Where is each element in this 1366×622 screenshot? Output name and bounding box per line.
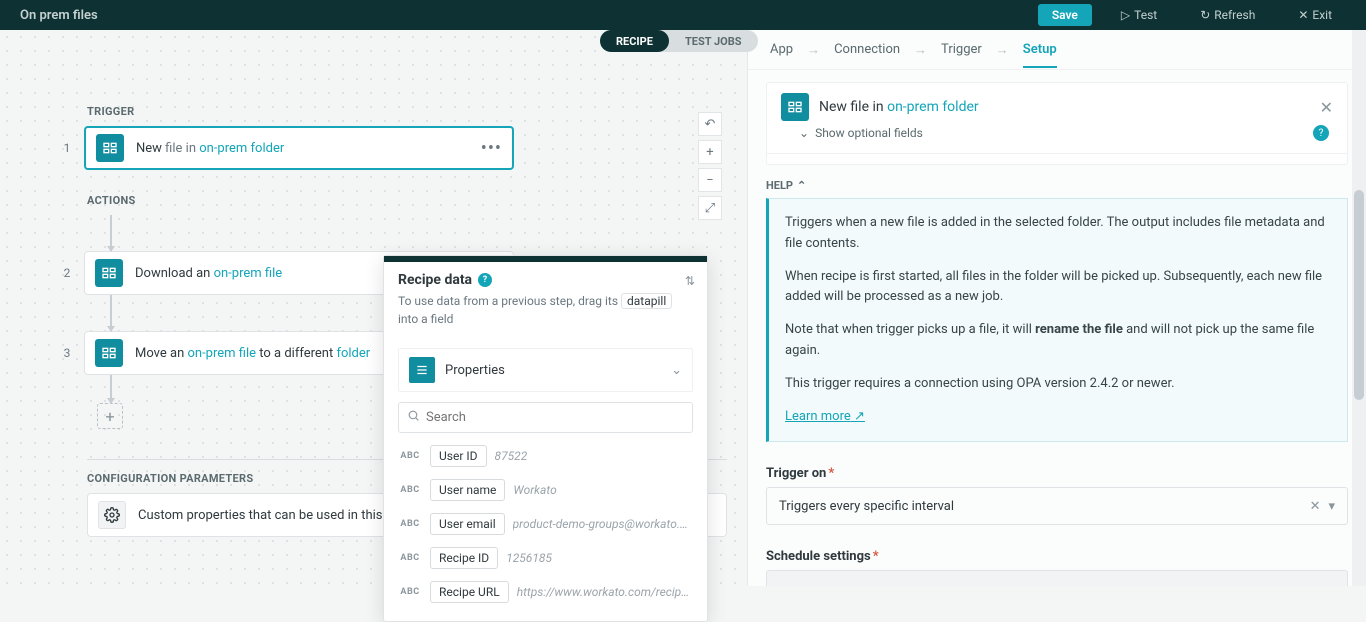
datapill[interactable]: User ID <box>430 445 487 467</box>
scrollbar-thumb[interactable] <box>1354 190 1364 400</box>
recipe-data-popover: Recipe data ? To use data from a previou… <box>383 255 708 622</box>
tab-recipe[interactable]: RECIPE <box>600 30 669 52</box>
popover-title: Recipe data <box>398 272 472 288</box>
search-icon <box>407 409 420 426</box>
refresh-button[interactable]: ↻Refresh <box>1186 4 1269 26</box>
type-badge: ABC <box>398 519 422 529</box>
datapill-value: 87522 <box>495 449 693 463</box>
recipe-canvas: ↶ + − ⤢ TRIGGER 1 New file in on-prem fo… <box>0 30 747 586</box>
gear-icon <box>98 501 126 529</box>
trigger-section-label: TRIGGER <box>87 105 747 118</box>
trigger-on-label: Trigger on <box>766 466 826 481</box>
schedule-label: Schedule settings <box>766 549 871 564</box>
type-badge: ABC <box>398 451 422 461</box>
help-toggle[interactable]: HELP ⌃ <box>766 179 1348 192</box>
chevron-down-icon: ⌄ <box>671 363 682 378</box>
datapill-value: Workato <box>513 483 693 497</box>
clear-icon[interactable]: ✕ <box>1310 499 1321 514</box>
zoom-out-icon[interactable]: − <box>698 168 722 192</box>
type-badge: ABC <box>398 587 422 597</box>
datapill-row[interactable]: ABC Recipe URL https://www.workato.com/rec… <box>398 575 693 609</box>
datapill-search[interactable] <box>398 402 693 433</box>
test-button[interactable]: ▷Test <box>1107 4 1171 26</box>
undo-icon[interactable]: ↶ <box>698 112 722 136</box>
datapill[interactable]: User email <box>430 513 505 535</box>
help-box: Triggers when a new file is added in the… <box>766 198 1348 442</box>
chevron-up-icon: ⌃ <box>797 179 806 192</box>
type-badge: ABC <box>398 553 422 563</box>
arrow-icon: → <box>807 42 820 58</box>
recipe-title: On prem files <box>20 8 98 23</box>
step-number: 3 <box>60 346 74 360</box>
external-link-icon: ↗ <box>854 409 865 424</box>
sort-icon[interactable]: ⇅ <box>685 274 695 288</box>
crumb-trigger[interactable]: Trigger <box>941 42 982 57</box>
datapill-value: https://www.workato.com/recipes/12 <box>517 585 693 599</box>
crumb-connection[interactable]: Connection <box>834 42 900 57</box>
step-number: 2 <box>60 266 74 280</box>
properties-section[interactable]: Properties ⌄ <box>399 349 692 391</box>
arrow-icon: → <box>996 42 1009 58</box>
file-icon <box>96 134 124 162</box>
arrow-icon: → <box>914 42 927 58</box>
datapill-value: 1256185 <box>506 551 693 565</box>
file-icon <box>95 339 123 367</box>
crumb-app[interactable]: App <box>770 42 793 57</box>
chevron-down-icon: ⌄ <box>799 126 809 140</box>
show-optional-fields[interactable]: Show optional fields <box>815 126 923 140</box>
actions-section-label: ACTIONS <box>87 194 747 207</box>
file-icon <box>781 93 809 121</box>
config-text: Custom properties that can be used in th… <box>138 508 414 523</box>
play-icon: ▷ <box>1121 8 1130 22</box>
mode-switcher: RECIPE TEST JOBS <box>600 30 758 52</box>
datapill-row[interactable]: ABC User email product-demo-groups@workato… <box>398 507 693 541</box>
type-badge: ABC <box>398 485 422 495</box>
learn-more-link[interactable]: Learn more ↗ <box>785 409 865 424</box>
datapill-row[interactable]: ABC User ID 87522 <box>398 439 693 473</box>
chevron-down-icon[interactable]: ▾ <box>1328 499 1335 514</box>
schedule-settings-field[interactable] <box>766 570 1348 586</box>
datapill[interactable]: Recipe URL <box>430 581 509 603</box>
popover-subtitle: To use data from a previous step, drag i… <box>398 292 693 328</box>
file-icon <box>95 259 123 287</box>
tab-test-jobs[interactable]: TEST JOBS <box>669 30 758 52</box>
search-input[interactable] <box>426 410 684 425</box>
trigger-on-select[interactable]: Triggers every specific interval ✕ ▾ <box>766 487 1348 525</box>
step-number: 1 <box>60 141 74 155</box>
datapill[interactable]: Recipe ID <box>430 547 498 569</box>
datapill[interactable]: User name <box>430 479 505 501</box>
trigger-step[interactable]: New file in on-prem folder ••• <box>84 126 514 170</box>
close-icon: ✕ <box>1298 8 1308 22</box>
fit-icon[interactable]: ⤢ <box>698 196 722 220</box>
help-icon[interactable]: ? <box>1313 125 1329 141</box>
refresh-icon: ↻ <box>1200 8 1210 22</box>
datapill-value: product-demo-groups@workato.com <box>513 517 693 531</box>
connector <box>110 375 112 403</box>
config-panel: App → Connection → Trigger → Setup New f… <box>747 30 1366 586</box>
breadcrumb: App → Connection → Trigger → Setup <box>748 30 1366 70</box>
add-step-button[interactable]: + <box>97 403 123 429</box>
crumb-setup[interactable]: Setup <box>1023 42 1057 68</box>
datapill-row[interactable]: ABC User name Workato <box>398 473 693 507</box>
close-icon[interactable]: ✕ <box>1320 98 1333 117</box>
exit-button[interactable]: ✕Exit <box>1284 4 1346 26</box>
connector <box>110 295 112 331</box>
save-button[interactable]: Save <box>1038 4 1092 26</box>
datapill-row[interactable]: ABC Recipe ID 1256185 <box>398 541 693 575</box>
properties-icon <box>409 357 435 383</box>
step-menu-icon[interactable]: ••• <box>481 138 502 159</box>
help-icon[interactable]: ? <box>478 273 492 287</box>
zoom-in-icon[interactable]: + <box>698 140 722 164</box>
connector <box>110 215 112 251</box>
